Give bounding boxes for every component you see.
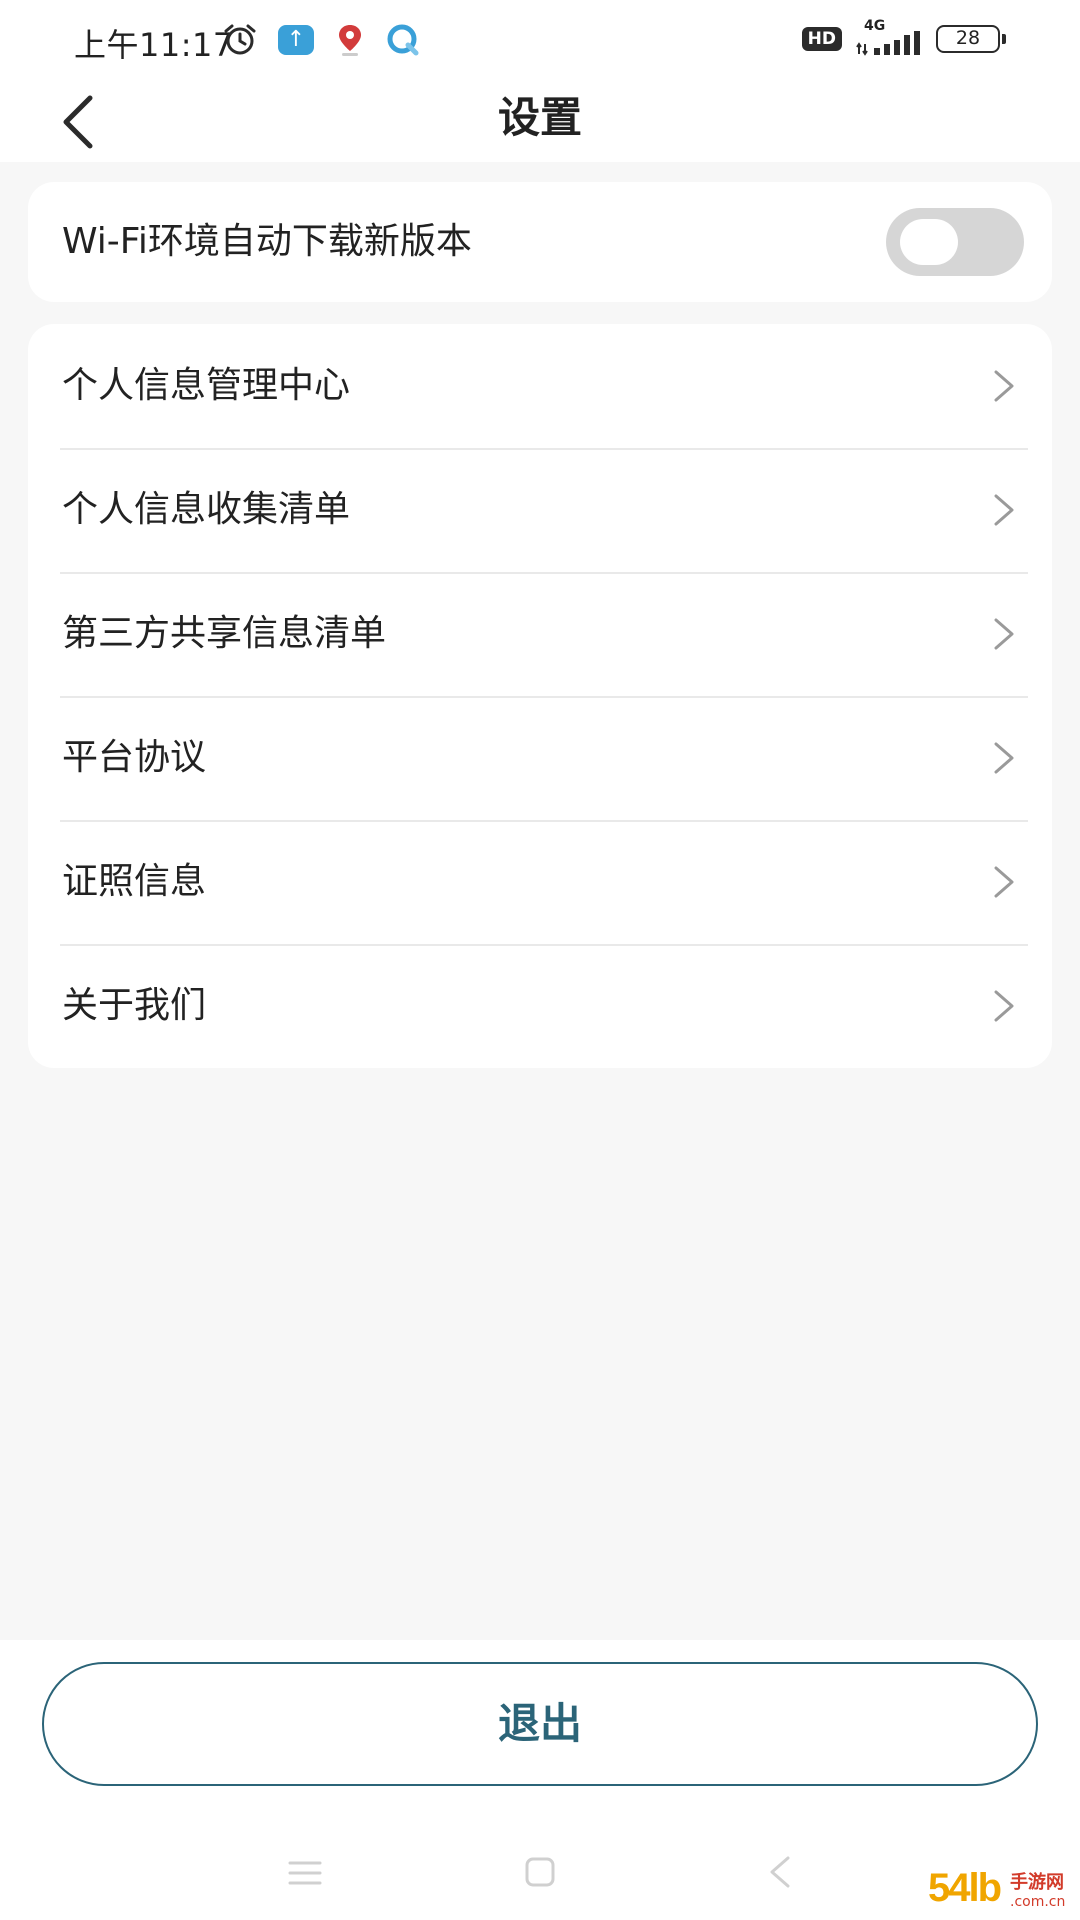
- list-item-personal-info-center[interactable]: 个人信息管理中心: [28, 324, 1052, 448]
- upload-app-icon: ↑: [278, 25, 314, 55]
- list-item-label: 个人信息收集清单: [62, 489, 351, 530]
- chevron-right-icon: [994, 990, 1014, 1022]
- list-item-label: 平台协议: [62, 737, 207, 778]
- status-time: 上午11:17: [74, 26, 234, 64]
- system-navigation-bar: [0, 1840, 1080, 1920]
- menu-icon[interactable]: [288, 1858, 322, 1888]
- bottom-area: 退出: [0, 1640, 1080, 1920]
- chevron-right-icon: [994, 866, 1014, 898]
- hd-badge: HD: [801, 27, 842, 51]
- page-title: 设置: [497, 93, 582, 142]
- site-watermark: 54lb 手游网 .com.cn: [928, 1866, 1080, 1920]
- settings-list-card: 个人信息管理中心 个人信息收集清单 第三方共享信息清单 平台协议 证照信息 关于…: [28, 324, 1052, 1068]
- signal-bars-icon: [856, 31, 920, 56]
- list-item-third-party-sharing[interactable]: 第三方共享信息清单: [28, 572, 1052, 696]
- list-item-platform-agreement[interactable]: 平台协议: [28, 696, 1052, 820]
- list-item-label: 证照信息: [62, 861, 207, 902]
- list-item-about-us[interactable]: 关于我们: [28, 944, 1052, 1068]
- wifi-auto-download-label: Wi-Fi环境自动下载新版本: [62, 221, 472, 262]
- toggle-knob: [900, 219, 958, 265]
- status-notification-icons: ↑: [222, 22, 420, 58]
- watermark-domain: .com.cn: [1010, 1894, 1066, 1910]
- logout-button[interactable]: 退出: [42, 1662, 1038, 1786]
- list-item-label: 关于我们: [62, 985, 207, 1026]
- list-item-license-info[interactable]: 证照信息: [28, 820, 1052, 944]
- chevron-right-icon: [994, 370, 1014, 402]
- chevron-right-icon: [994, 494, 1014, 526]
- home-square-icon[interactable]: [524, 1856, 556, 1888]
- battery-indicator: 28: [936, 25, 1006, 53]
- settings-screen: 上午11:17 ↑ HD 4G 28 设置 Wi-Fi环境自动下载新版本 个人信…: [0, 0, 1080, 1920]
- map-pin-app-icon: [339, 25, 361, 56]
- status-bar: 上午11:17 ↑ HD 4G 28: [0, 0, 1080, 78]
- status-system-icons: HD 4G 28: [801, 18, 1006, 56]
- wifi-auto-download-row: Wi-Fi环境自动下载新版本: [28, 182, 1052, 302]
- browser-app-icon: [387, 24, 419, 56]
- chevron-right-icon: [994, 742, 1014, 774]
- list-item-personal-info-collection[interactable]: 个人信息收集清单: [28, 448, 1052, 572]
- nav-back-icon[interactable]: [768, 1854, 792, 1890]
- alarm-clock-icon: [224, 24, 256, 55]
- cellular-signal: 4G: [856, 18, 922, 56]
- watermark-number: 54lb: [928, 1866, 1002, 1910]
- watermark-name: 手游网: [1010, 1872, 1064, 1893]
- wifi-auto-download-toggle[interactable]: [886, 208, 1024, 276]
- navigation-header: 设置: [0, 78, 1080, 162]
- chevron-right-icon: [994, 618, 1014, 650]
- wifi-auto-download-card: Wi-Fi环境自动下载新版本: [28, 182, 1052, 302]
- list-item-label: 个人信息管理中心: [62, 365, 351, 406]
- list-item-label: 第三方共享信息清单: [62, 613, 387, 654]
